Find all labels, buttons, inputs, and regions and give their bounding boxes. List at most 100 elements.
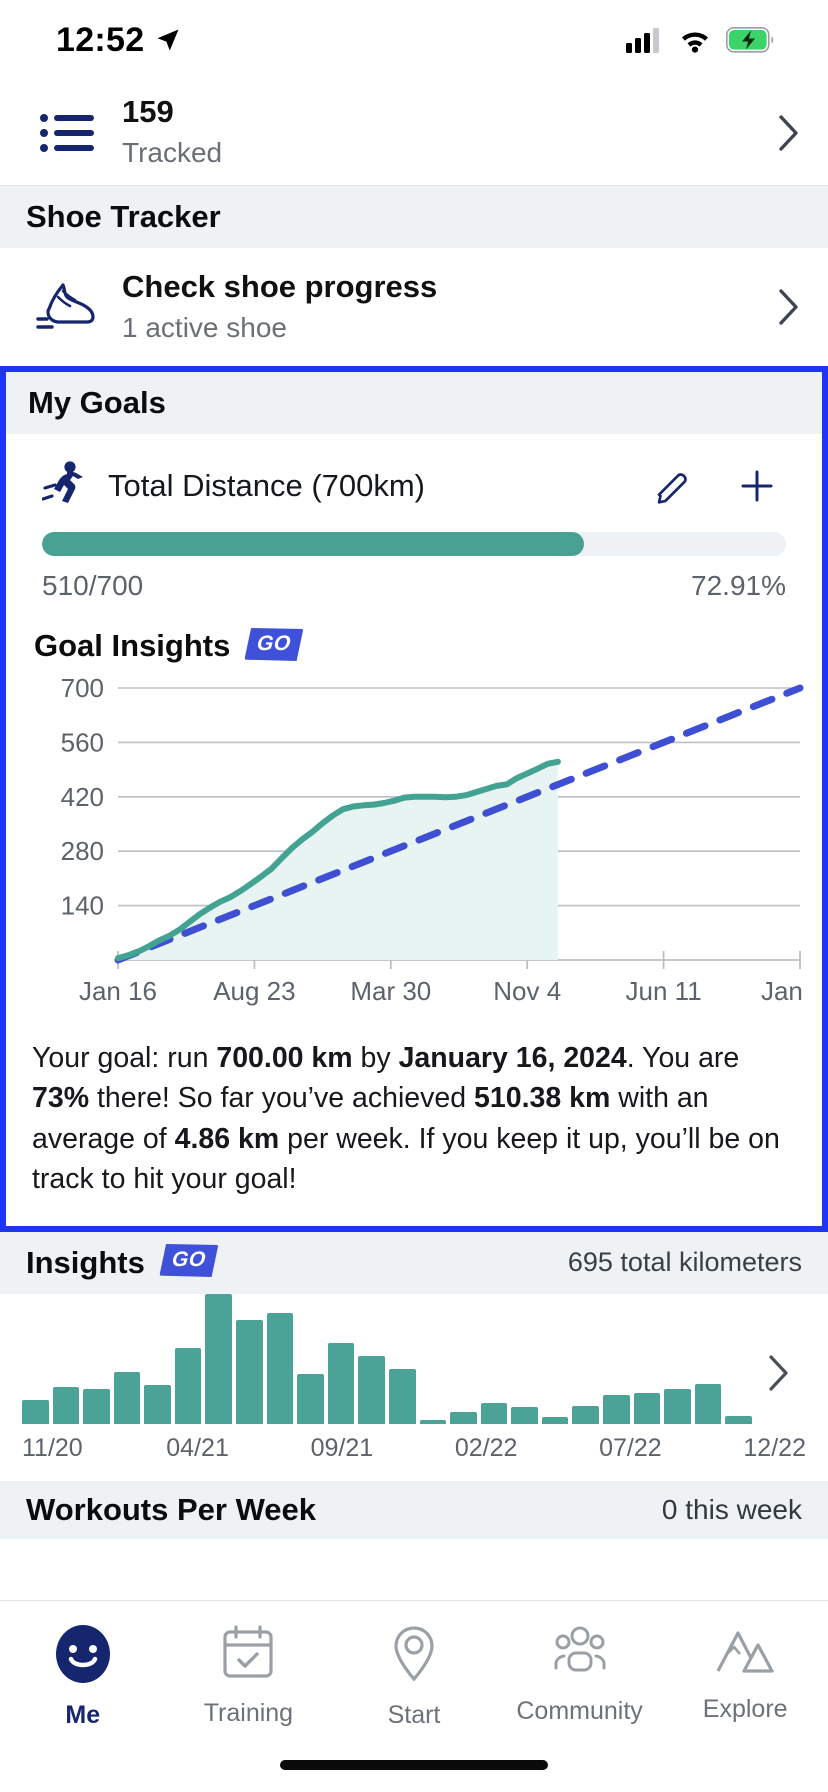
chevron-right-icon[interactable] <box>752 1354 806 1424</box>
bar-x-label: 04/21 <box>166 1434 310 1463</box>
shoe-tracker-section-header: Shoe Tracker <box>0 186 828 248</box>
shoe-tracker-title: Shoe Tracker <box>26 199 221 235</box>
bar <box>358 1356 385 1424</box>
bar <box>511 1407 538 1424</box>
bar <box>420 1420 447 1424</box>
smiley-face-icon <box>52 1623 114 1685</box>
bar <box>450 1412 477 1424</box>
tracked-row[interactable]: 159 Tracked <box>0 80 828 185</box>
tab-community[interactable]: Community <box>497 1623 663 1726</box>
bar <box>481 1403 508 1424</box>
progress-track <box>42 532 786 556</box>
tab-label-training: Training <box>204 1699 293 1728</box>
people-group-icon <box>547 1623 613 1681</box>
bar <box>144 1385 171 1424</box>
tab-explore[interactable]: Explore <box>662 1623 828 1724</box>
my-goals-card: My Goals Total Distance (700km) <box>0 366 828 1232</box>
goal-desc-b4: 510.38 km <box>474 1082 610 1114</box>
tracked-label: Tracked <box>122 135 760 171</box>
svg-text:700: 700 <box>61 676 104 703</box>
my-goals-title: My Goals <box>28 385 166 421</box>
goal-progress-labels: 510/700 72.91% <box>6 556 822 602</box>
progress-percent: 72.91% <box>691 570 786 602</box>
bar <box>53 1387 80 1423</box>
goal-header-row: Total Distance (700km) <box>6 434 822 518</box>
bar <box>297 1374 324 1423</box>
goal-name: Total Distance (700km) <box>94 468 654 504</box>
goal-desc-b1: 700.00 km <box>216 1042 352 1074</box>
insights-bar-chart[interactable] <box>0 1294 828 1424</box>
bar <box>114 1372 141 1424</box>
workouts-per-week-title: Workouts Per Week <box>26 1492 316 1528</box>
bar <box>542 1417 569 1424</box>
bar <box>389 1369 416 1424</box>
wifi-icon <box>678 27 712 53</box>
plus-icon[interactable] <box>736 465 778 507</box>
mountains-icon <box>714 1623 776 1679</box>
svg-text:140: 140 <box>61 891 104 921</box>
goal-desc-p3: . You are <box>627 1042 740 1074</box>
svg-text:420: 420 <box>61 782 104 812</box>
app-screen: 12:52 <box>0 0 828 1792</box>
tab-label-explore: Explore <box>703 1695 788 1724</box>
tab-start[interactable]: Start <box>331 1623 497 1730</box>
goal-desc-p4: there! So far you’ve achieved <box>89 1082 474 1114</box>
pencil-icon[interactable] <box>654 466 694 506</box>
bar <box>267 1313 294 1424</box>
go-badge[interactable]: GO <box>159 1244 218 1277</box>
bar-x-label: 12/22 <box>743 1434 806 1463</box>
tab-label-community: Community <box>516 1697 642 1726</box>
tab-label-start: Start <box>388 1701 441 1730</box>
insights-total: 695 total kilometers <box>568 1247 802 1278</box>
go-badge[interactable]: GO <box>245 628 304 661</box>
progress-value: 510/700 <box>42 570 143 602</box>
bar <box>603 1395 630 1424</box>
svg-text:560: 560 <box>61 727 104 757</box>
bar <box>175 1348 202 1423</box>
tab-training[interactable]: Training <box>166 1623 332 1728</box>
bar-x-label: 09/21 <box>311 1434 455 1463</box>
status-bar: 12:52 <box>0 0 828 80</box>
chevron-right-icon[interactable] <box>760 288 800 326</box>
calendar-check-icon <box>219 1623 277 1683</box>
goal-desc-b3: 73% <box>32 1082 89 1114</box>
shoe-progress-text: Check shoe progress 1 active shoe <box>106 268 760 346</box>
goal-desc-b2: January 16, 2024 <box>399 1042 627 1074</box>
bar <box>725 1416 752 1424</box>
insights-section-header: Insights GO 695 total kilometers <box>0 1232 828 1294</box>
map-pin-icon <box>386 1623 442 1685</box>
home-indicator <box>280 1760 548 1770</box>
insights-title-group: Insights GO <box>26 1245 217 1281</box>
running-shoe-icon <box>28 279 106 335</box>
svg-text:Aug 23: Aug 23 <box>213 976 295 1006</box>
bar <box>695 1384 722 1424</box>
svg-text:Mar 30: Mar 30 <box>350 976 431 1006</box>
goal-progress-bar <box>6 518 822 556</box>
tab-me[interactable]: Me <box>0 1623 166 1730</box>
clock-label: 12:52 <box>56 21 144 60</box>
tab-label-me: Me <box>65 1701 100 1730</box>
shoe-progress-row[interactable]: Check shoe progress 1 active shoe <box>0 248 828 366</box>
workouts-per-week-value: 0 this week <box>662 1494 802 1526</box>
svg-text:280: 280 <box>61 836 104 866</box>
svg-text:Nov 4: Nov 4 <box>493 976 561 1006</box>
shoe-active-count: 1 active shoe <box>122 310 760 346</box>
svg-text:Jan 16: Jan 16 <box>761 976 808 1006</box>
goal-description: Your goal: run 700.00 km by January 16, … <box>6 1016 822 1226</box>
bottom-tab-bar: Me Training Start <box>0 1600 828 1792</box>
workouts-per-week-header: Workouts Per Week 0 this week <box>0 1481 828 1539</box>
bar <box>572 1406 599 1424</box>
bar <box>83 1389 110 1424</box>
list-icon <box>28 110 106 156</box>
tracked-count: 159 <box>122 93 760 132</box>
goal-progress-chart-svg: 140280420560700Jan 16Aug 23Mar 30Nov 4Ju… <box>32 676 808 1016</box>
goal-desc-p1: Your goal: run <box>32 1042 216 1074</box>
chevron-right-icon[interactable] <box>760 114 800 152</box>
goal-actions <box>654 465 792 507</box>
goal-insights-header: Goal Insights GO <box>6 602 822 670</box>
bar-x-label: 11/20 <box>22 1434 166 1463</box>
goal-insights-title: Goal Insights <box>34 628 230 664</box>
status-bar-right <box>626 27 776 53</box>
bar-x-label: 07/22 <box>599 1434 743 1463</box>
bar-series <box>22 1294 752 1424</box>
